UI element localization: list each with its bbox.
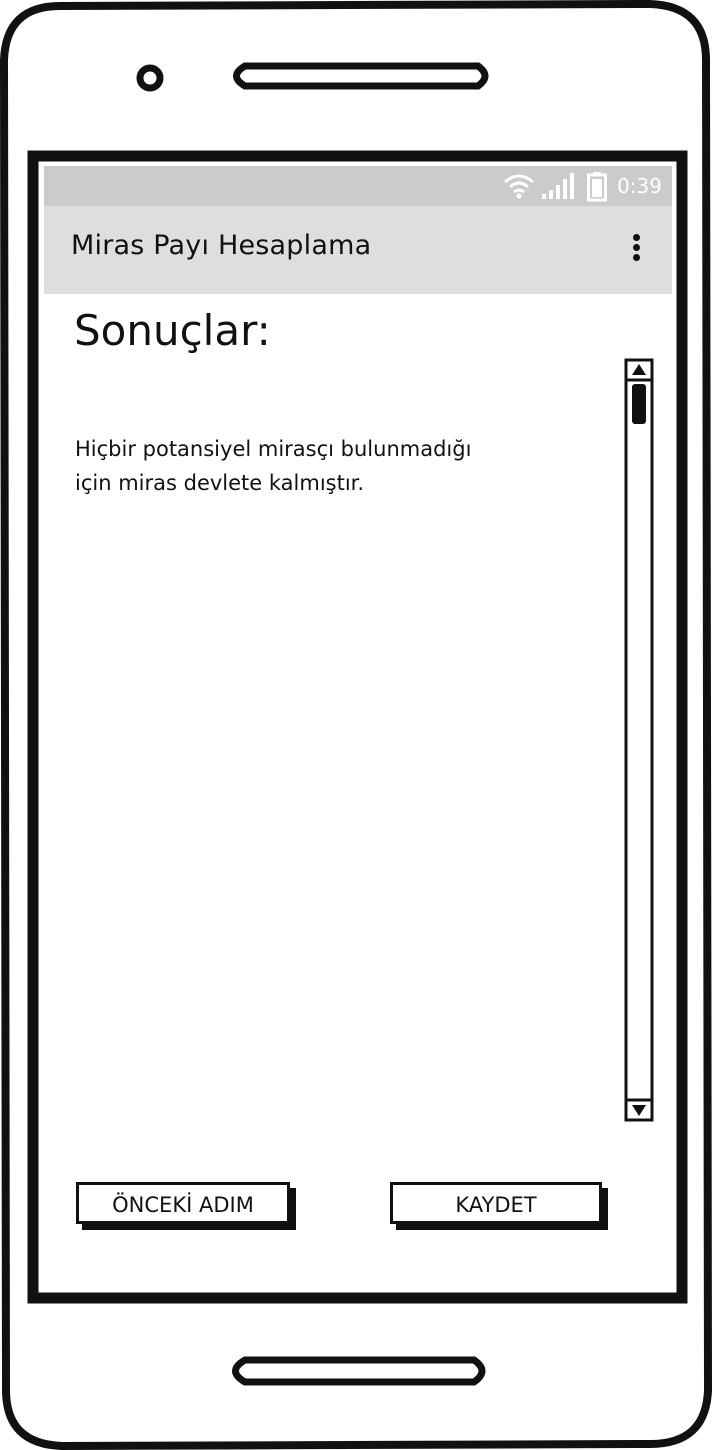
previous-step-button[interactable]: ÖNCEKİ ADIM [76,1182,290,1224]
phone-screen: 0:39 Miras Payı Hesaplama Sonuçlar: Hiçb… [44,166,672,1288]
status-bar: 0:39 [44,166,672,206]
save-button[interactable]: KAYDET [390,1182,602,1224]
page-title: Sonuçlar: [74,306,271,355]
home-slot [232,1356,486,1386]
menu-dot [632,234,640,241]
menu-dot [632,254,640,261]
wifi-icon [504,174,534,199]
signal-icon [542,173,574,199]
overflow-menu-icon[interactable] [630,234,642,264]
result-line: Hiçbir potansiyel mirasçı bulunmadığı [75,437,472,461]
app-title: Miras Payı Hesaplama [71,230,372,261]
scroll-thumb [632,384,646,424]
vertical-scrollbar[interactable] [624,358,654,1122]
result-message: Hiçbir potansiyel mirasçı bulunmadığı iç… [75,432,555,500]
camera-icon [136,64,164,92]
menu-dot [632,244,640,251]
status-time: 0:39 [617,174,662,198]
result-line: için miras devlete kalmıştır. [75,471,365,495]
app-bar: Miras Payı Hesaplama [44,206,672,294]
battery-icon [587,172,607,202]
speaker-slot [233,62,489,90]
